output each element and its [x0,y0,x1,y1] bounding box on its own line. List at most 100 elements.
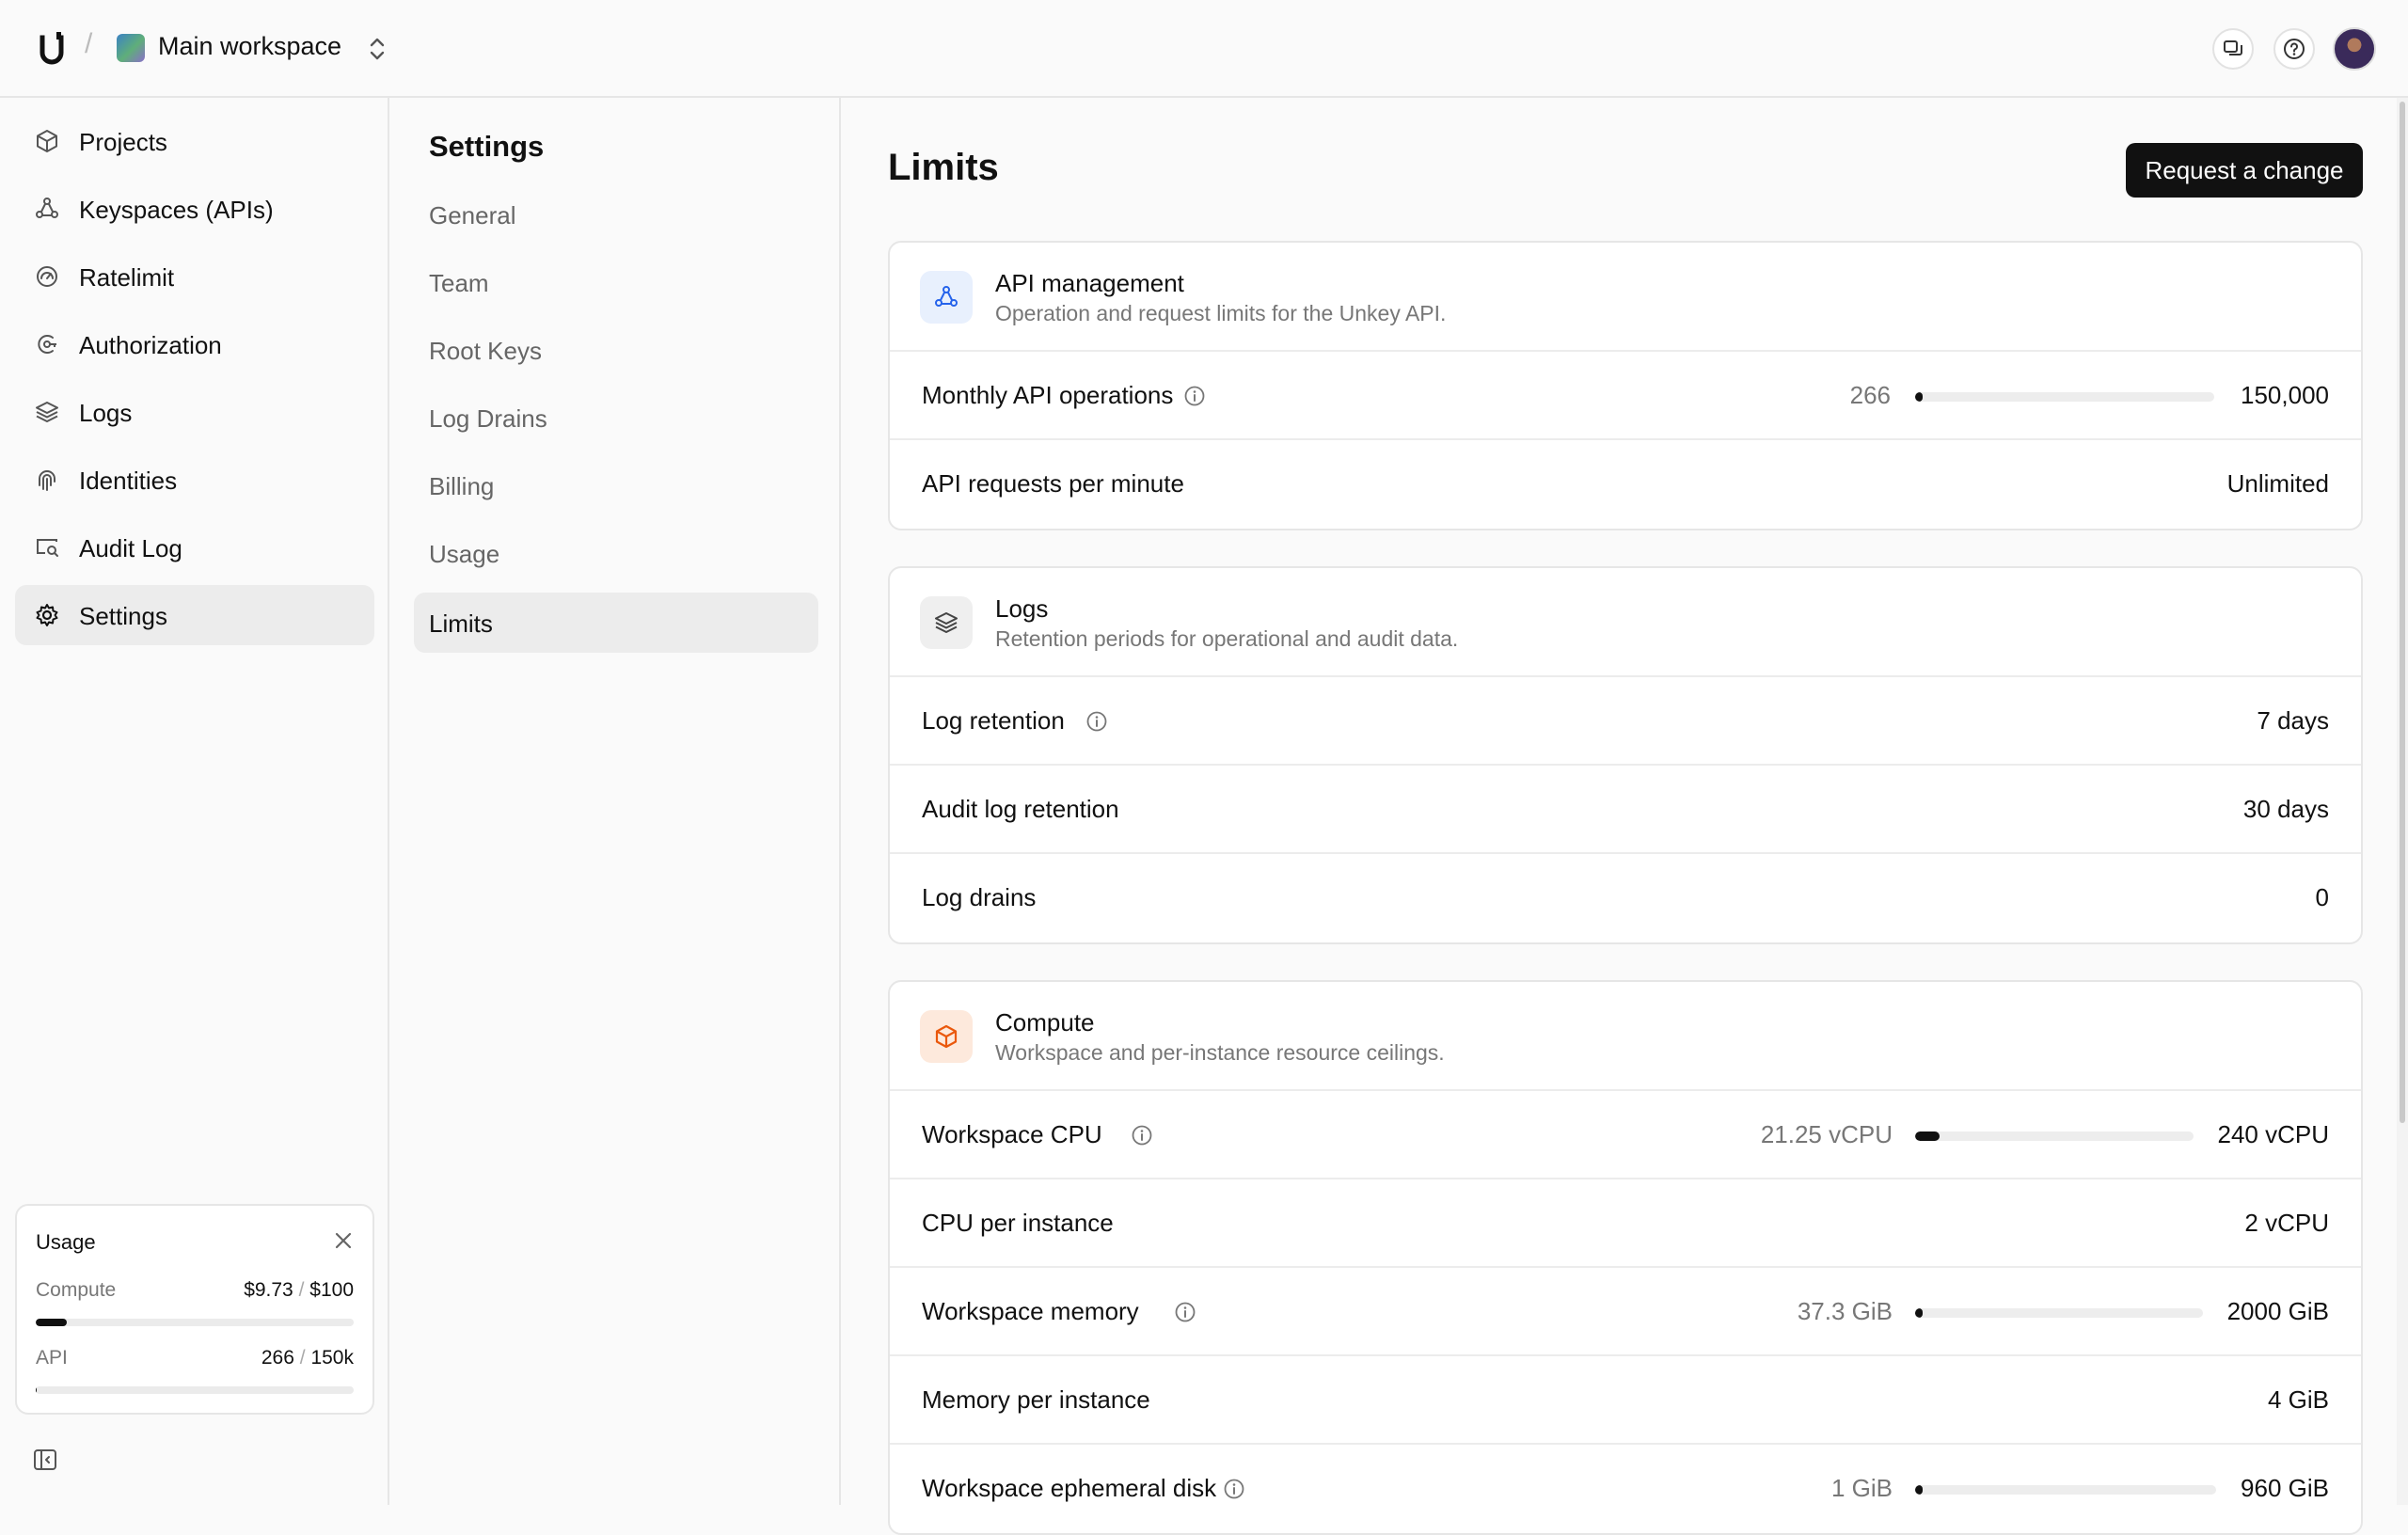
card-title: Compute [995,1008,1095,1037]
sidebar-item-settings[interactable]: Settings [15,585,374,645]
settings-item-team[interactable]: Team [414,252,818,312]
sidebar-item-label: Settings [79,602,167,630]
settings-item-label: Billing [429,472,495,500]
limit-row-log-drains: Log drains 0 [890,854,2361,942]
card-subtitle: Operation and request limits for the Unk… [995,301,1447,325]
sidebar-item-label: Projects [79,128,167,156]
limit-row-audit-log-retention: Audit log retention 30 days [890,766,2361,854]
help-button[interactable] [2273,28,2315,70]
row-label: Workspace CPU [922,1120,1102,1148]
shield-key-icon [38,335,56,354]
usage-compute-bar [36,1319,354,1326]
settings-item-label: Root Keys [429,337,542,365]
row-value: 30 days [2242,795,2329,823]
row-value: Unlimited [2226,469,2329,498]
workspace-name[interactable]: Main workspace [158,32,341,61]
compute-icon-wrap [920,1010,973,1063]
usage-api-limit: 150k [310,1347,354,1369]
row-meter-fill [1915,1131,1941,1141]
row-value: 7 days [2257,706,2329,735]
row-current: 37.3 GiB [1797,1297,1893,1325]
search-log-icon [37,539,58,557]
chevron-up-down-icon[interactable] [367,36,388,62]
settings-item-log-drains[interactable]: Log Drains [414,388,818,448]
card-title: API management [995,269,1184,297]
fingerprint-icon [39,470,55,491]
page-title: Limits [888,147,999,188]
info-icon[interactable] [1223,1478,1245,1500]
row-label: Log drains [922,883,1037,911]
usage-api-bar-fill [36,1386,37,1394]
sidebar-item-label: Authorization [79,331,222,359]
info-icon[interactable] [1183,385,1206,407]
card-title: Logs [995,594,1049,623]
sidebar-item-logs[interactable]: Logs [15,382,374,442]
gear-icon [36,604,58,626]
layers-icon [935,612,958,633]
row-limit: 2000 GiB [2226,1297,2329,1325]
usage-card: Usage Compute $9.73 / $100 API 266 / 150… [15,1204,374,1415]
close-icon[interactable] [333,1230,354,1251]
row-label: Memory per instance [922,1385,1150,1414]
main-scrollbar[interactable] [2397,98,2408,1505]
sidebar-item-identities[interactable]: Identities [15,450,374,510]
settings-item-billing[interactable]: Billing [414,455,818,515]
sidebar-collapse-icon[interactable] [32,1447,58,1473]
row-meter-fill [1915,1485,1923,1495]
sidebar-item-authorization[interactable]: Authorization [15,314,374,374]
workspace-avatar [117,34,145,62]
cube-icon [37,130,57,152]
settings-item-label: Team [429,269,489,297]
unkey-logo-icon[interactable] [38,32,66,66]
info-icon[interactable] [1174,1301,1196,1323]
row-current: 266 [1849,381,1891,409]
settings-item-label: Limits [429,609,493,638]
usage-api-label: API [36,1347,68,1369]
feedback-button[interactable] [2212,28,2254,70]
scrollbar-thumb[interactable] [2400,102,2405,1123]
card-subtitle: Retention periods for operational and au… [995,626,1459,651]
sidebar-item-projects[interactable]: Projects [15,111,374,171]
settings-item-limits[interactable]: Limits [414,593,818,653]
sidebar-item-keyspaces[interactable]: Keyspaces (APIs) [15,179,374,239]
nodes-icon [36,198,58,218]
settings-item-usage[interactable]: Usage [414,523,818,583]
row-label: Monthly API operations [922,381,1174,409]
compute-card: Compute Workspace and per-instance resou… [888,980,2363,1535]
sidebar-item-audit-log[interactable]: Audit Log [15,517,374,578]
row-limit: 960 GiB [2241,1474,2329,1502]
card-header: Logs Retention periods for operational a… [890,568,2361,677]
card-header: Compute Workspace and per-instance resou… [890,982,2361,1091]
usage-compute-used: $9.73 [244,1279,293,1301]
limit-row-workspace-ephemeral-disk: Workspace ephemeral disk 1 GiB 960 GiB [890,1445,2361,1533]
sidebar-item-ratelimit[interactable]: Ratelimit [15,246,374,307]
row-current: 21.25 vCPU [1760,1120,1893,1148]
row-meter [1915,1485,2216,1495]
usage-api-bar [36,1386,354,1394]
row-label: Workspace memory [922,1297,1139,1325]
row-label: Audit log retention [922,795,1119,823]
chat-icon [2224,40,2242,55]
settings-item-root-keys[interactable]: Root Keys [414,320,818,380]
info-icon[interactable] [1085,710,1108,733]
limit-row-workspace-cpu: Workspace CPU 21.25 vCPU 240 vCPU [890,1091,2361,1179]
row-limit: 150,000 [2241,381,2329,409]
info-icon[interactable] [1131,1124,1153,1147]
settings-item-general[interactable]: General [414,184,818,245]
gauge-icon [37,266,57,287]
card-subtitle: Workspace and per-instance resource ceil… [995,1040,1445,1065]
limit-row-memory-per-instance: Memory per instance 4 GiB [890,1356,2361,1445]
usage-api-used: 266 [261,1347,294,1369]
usage-compute-label: Compute [36,1279,117,1301]
settings-item-label: Log Drains [429,404,547,433]
row-meter-fill [1915,1308,1923,1318]
user-avatar[interactable] [2333,27,2376,71]
sidebar-item-label: Logs [79,399,133,427]
row-label: Workspace ephemeral disk [922,1474,1217,1502]
request-change-button[interactable]: Request a change [2126,143,2363,198]
limit-row-monthly-api-operations: Monthly API operations 266 150,000 [890,352,2361,440]
usage-api-value: 266 / 150k [261,1347,354,1369]
usage-compute-bar-fill [36,1319,67,1326]
settings-nav: Settings General Team Root Keys Log Drai… [389,98,841,1505]
api-icon-wrap [920,271,973,324]
